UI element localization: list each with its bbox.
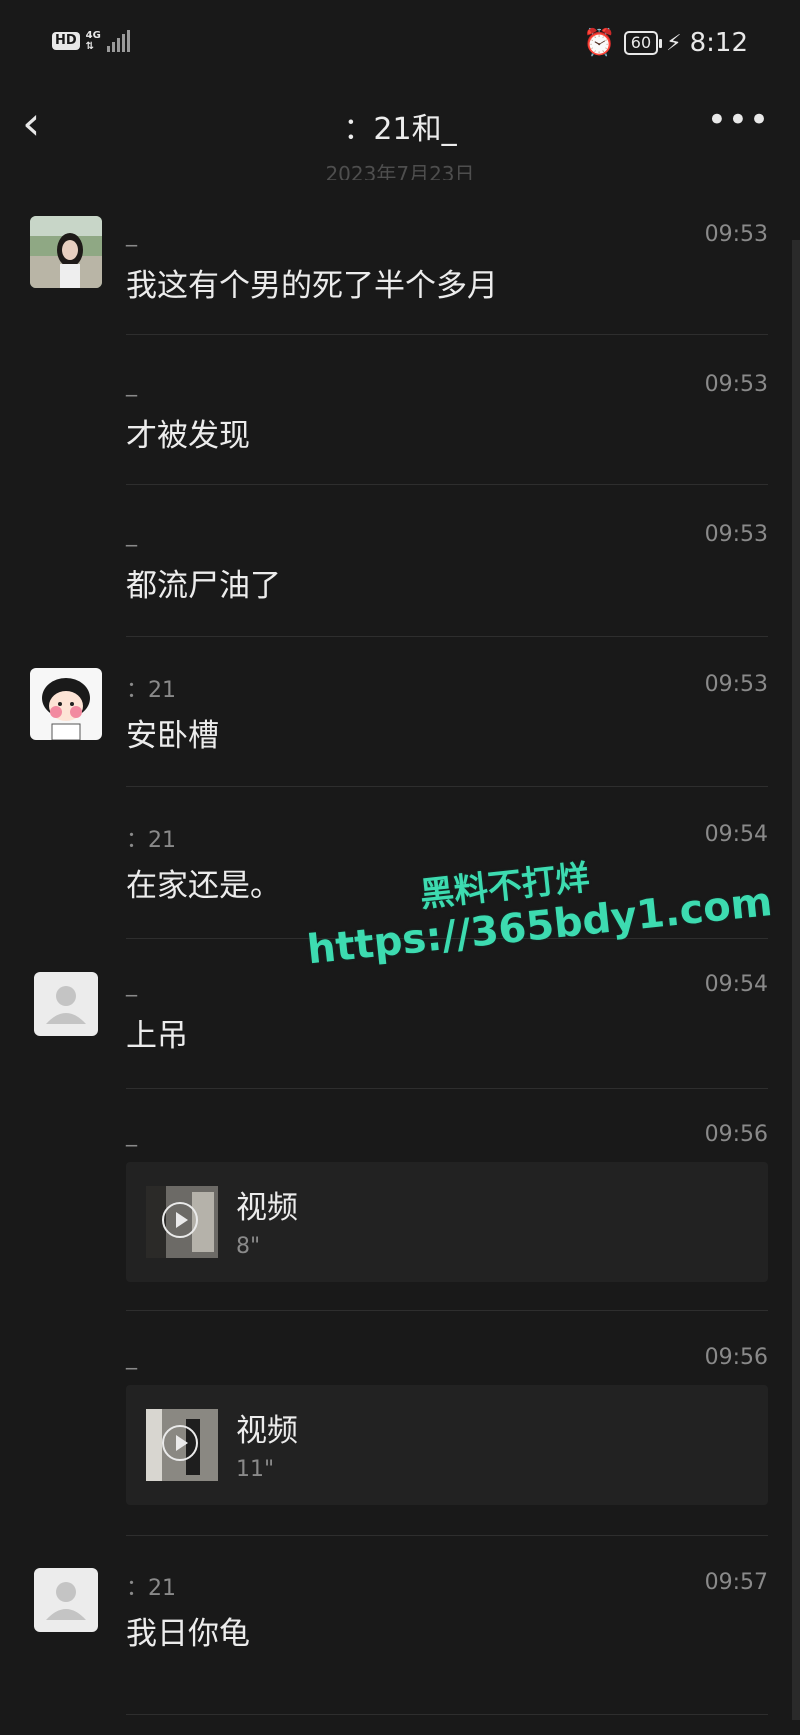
avatar[interactable]	[34, 1568, 98, 1632]
sender-name: ：21	[126, 828, 176, 853]
message-text: 上吊	[126, 1018, 188, 1054]
date-caption: 2023年7月23日	[325, 162, 475, 180]
status-bar: HD 4G ⇅ ⏰ 60 ⚡ 8:12	[0, 0, 800, 90]
default-person-icon	[34, 1568, 98, 1632]
message-text: 都流尸油了	[126, 568, 281, 604]
divider	[126, 1535, 768, 1536]
message-item: _ 09:54 上吊	[0, 960, 800, 1089]
message-text: 我这有个男的死了半个多月	[126, 268, 498, 304]
alarm-icon: ⏰	[583, 28, 616, 58]
message-time: 09:54	[704, 822, 768, 847]
video-thumbnail	[146, 1186, 218, 1258]
play-icon	[162, 1425, 198, 1461]
status-time: 8:12	[689, 28, 748, 58]
scrollbar[interactable]	[792, 240, 800, 1720]
video-card[interactable]: 视频 11"	[126, 1385, 768, 1505]
status-left: HD 4G ⇅	[52, 30, 130, 52]
video-card[interactable]: 视频 8"	[126, 1162, 768, 1282]
hd-badge: HD	[52, 32, 80, 50]
video-title: 视频	[236, 1190, 298, 1226]
message-text: 在家还是。	[126, 868, 281, 904]
message-time: 09:57	[704, 1570, 768, 1595]
avatar[interactable]	[30, 668, 102, 740]
divider	[126, 786, 768, 787]
avatar[interactable]	[34, 972, 98, 1036]
sender-name: _	[126, 972, 137, 997]
cartoon-avatar-icon	[30, 668, 102, 740]
message-time: 09:56	[704, 1345, 768, 1370]
chat-header: ‹ ：21和_ •••	[0, 90, 800, 160]
video-title: 视频	[236, 1413, 298, 1449]
message-text: 我日你龟	[126, 1616, 250, 1652]
divider	[126, 334, 768, 335]
battery-icon: 60	[623, 31, 663, 55]
message-time: 09:56	[704, 1122, 768, 1147]
signal-icon	[106, 30, 130, 52]
sender-name: ：21	[126, 678, 176, 703]
sender-name: _	[126, 1122, 137, 1147]
video-thumbnail	[146, 1409, 218, 1481]
network-type: 4G ⇅	[85, 30, 101, 52]
divider	[126, 1310, 768, 1311]
message-item: _ 09:53 才被发现	[0, 360, 800, 485]
status-right: ⏰ 60 ⚡ 8:12	[583, 28, 748, 58]
message-item: _ 09:53 都流尸油了	[0, 510, 800, 637]
sender-name: _	[126, 372, 137, 397]
message-time: 09:53	[704, 222, 768, 247]
data-arrows-icon: ⇅	[85, 41, 95, 52]
more-icon[interactable]: •••	[707, 100, 770, 140]
divider	[126, 484, 768, 485]
photo-avatar-icon	[30, 216, 102, 288]
sender-name: _	[126, 222, 137, 247]
video-duration: 8"	[236, 1234, 261, 1259]
chat-title: ：21和_	[343, 112, 457, 147]
video-duration: 11"	[236, 1457, 275, 1482]
message-time: 09:53	[704, 372, 768, 397]
message-text: 安卧槽	[126, 718, 219, 754]
play-icon	[162, 1202, 198, 1238]
divider	[126, 1714, 768, 1715]
message-item: _ 09:56 视频 11"	[0, 1333, 800, 1536]
default-person-icon	[34, 972, 98, 1036]
message-item: _ 09:56 视频 8"	[0, 1110, 800, 1311]
message-text: 才被发现	[126, 418, 250, 454]
message-item: _ 09:53 我这有个男的死了半个多月	[0, 210, 800, 335]
message-time: 09:53	[704, 522, 768, 547]
charging-icon: ⚡	[666, 30, 682, 56]
sender-name: _	[126, 1345, 137, 1370]
divider	[126, 636, 768, 637]
message-time: 09:54	[704, 972, 768, 997]
divider	[126, 1088, 768, 1089]
message-item: ：21 09:57 我日你龟	[0, 1558, 800, 1715]
sender-name: ：21	[126, 1576, 176, 1601]
avatar[interactable]	[30, 216, 102, 288]
message-item: ：21 09:53 安卧槽	[0, 660, 800, 787]
sender-name: _	[126, 522, 137, 547]
message-time: 09:53	[704, 672, 768, 697]
